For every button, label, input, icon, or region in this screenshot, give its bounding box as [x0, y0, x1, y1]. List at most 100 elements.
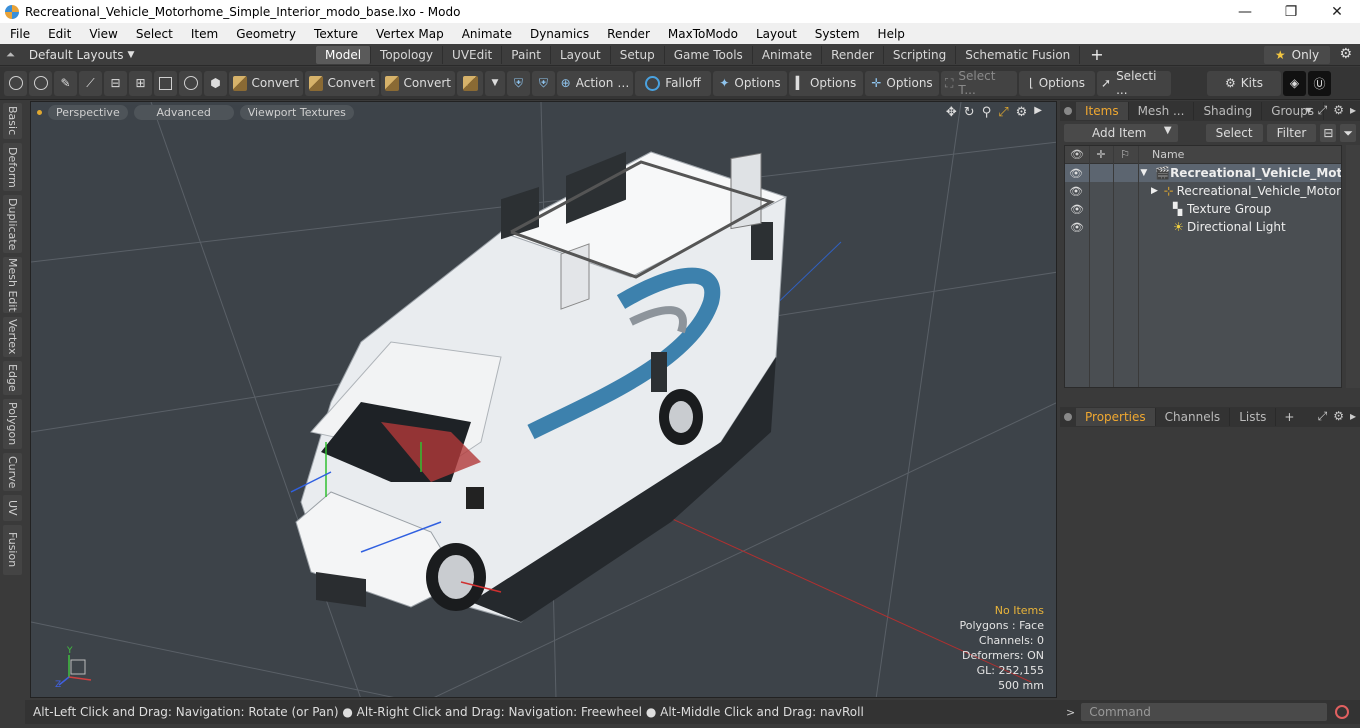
add-tab-button[interactable]: +: [1090, 45, 1103, 64]
convert-button-1[interactable]: Convert: [229, 70, 303, 96]
eye-icon[interactable]: 👁: [1065, 203, 1089, 216]
rotate-view-icon[interactable]: ↻: [964, 105, 975, 120]
tab-properties[interactable]: Properties: [1076, 408, 1156, 426]
dropdown-button[interactable]: ▼: [485, 70, 505, 96]
tab-curve[interactable]: Curve: [3, 453, 22, 491]
menu-vertex-map[interactable]: Vertex Map: [366, 27, 452, 41]
tab-mesh[interactable]: Mesh ...: [1129, 102, 1195, 120]
tab-model[interactable]: Model: [316, 45, 372, 64]
selection-sets-button[interactable]: ➚ Selecti ...: [1097, 69, 1171, 97]
expand-arrow-icon[interactable]: ▶: [1151, 186, 1164, 196]
gear-icon[interactable]: ⚙: [1339, 46, 1352, 62]
tab-shading[interactable]: Shading: [1194, 102, 1263, 120]
polygon-mode-button[interactable]: [154, 70, 177, 96]
brush-tool-button[interactable]: ⟋: [79, 70, 102, 96]
minimize-button[interactable]: —: [1222, 0, 1268, 23]
unity-button[interactable]: ◈: [1283, 70, 1306, 96]
tab-basic[interactable]: Basic: [3, 103, 22, 139]
menu-texture[interactable]: Texture: [304, 27, 366, 41]
funnel-icon[interactable]: ⏷: [1340, 124, 1356, 142]
tab-render[interactable]: Render: [822, 45, 884, 64]
collapse-button[interactable]: ⊟: [1320, 124, 1337, 142]
filter-button[interactable]: Filter: [1266, 124, 1317, 142]
close-button[interactable]: ✕: [1314, 0, 1360, 23]
3d-viewport[interactable]: Y Z Perspective Advanced Viewport Textur…: [30, 101, 1057, 698]
select-edges-button[interactable]: [29, 70, 52, 96]
snap-button[interactable]: ⛨: [532, 70, 555, 96]
tree-scrollbar[interactable]: [1346, 145, 1360, 388]
tab-mesh-edit[interactable]: Mesh Edit: [3, 257, 22, 313]
select-through-button[interactable]: ⛶ Select T...: [941, 69, 1017, 97]
menu-item[interactable]: Item: [181, 27, 226, 41]
shading-mode-dropdown[interactable]: Advanced: [133, 104, 234, 120]
play-arrow-icon[interactable]: ▶: [1034, 105, 1042, 120]
tree-row-directional-light[interactable]: 👁 ☀ Directional Light: [1065, 218, 1341, 236]
add-item-dropdown[interactable]: Add Item ▼: [1064, 124, 1178, 142]
menu-help[interactable]: Help: [868, 27, 913, 41]
tab-layout[interactable]: Layout: [551, 45, 611, 64]
eye-icon[interactable]: 👁: [1065, 185, 1087, 198]
menu-layout[interactable]: Layout: [746, 27, 805, 41]
tab-setup[interactable]: Setup: [611, 45, 665, 64]
type-column-icon[interactable]: ⚐: [1113, 148, 1137, 161]
tab-uvedit[interactable]: UVEdit: [443, 45, 503, 64]
tab-edge[interactable]: Edge: [3, 361, 22, 395]
select-button[interactable]: Select: [1205, 124, 1263, 142]
tab-paint[interactable]: Paint: [502, 45, 551, 64]
viewport-textures-dropdown[interactable]: Viewport Textures: [239, 104, 354, 120]
dropdown-icon[interactable]: ▾: [1306, 103, 1312, 118]
arrow-right-icon[interactable]: ▸: [1350, 103, 1356, 118]
transform-tool-button[interactable]: ⊞: [129, 70, 152, 96]
fit-view-icon[interactable]: ⤢: [998, 105, 1008, 120]
menu-view[interactable]: View: [79, 27, 125, 41]
add-tab-icon[interactable]: +: [1284, 410, 1294, 424]
tree-row-texture-group[interactable]: 👁 ▚ Texture Group: [1065, 200, 1341, 218]
select-vertices-button[interactable]: [4, 70, 27, 96]
menu-dynamics[interactable]: Dynamics: [520, 27, 597, 41]
tab-scripting[interactable]: Scripting: [884, 45, 957, 64]
menu-file[interactable]: File: [0, 27, 38, 41]
visibility-eye-icon[interactable]: 👁: [1065, 148, 1089, 161]
tree-row-mesh[interactable]: 👁 ▶ ⊹ Recreational_Vehicle_Motor ...: [1065, 182, 1341, 200]
panel-gear-icon[interactable]: ⚙: [1333, 409, 1344, 424]
layouts-dropdown[interactable]: ⏶ Default Layouts ▼: [6, 48, 316, 62]
menu-system[interactable]: System: [805, 27, 868, 41]
record-macro-icon[interactable]: [1335, 705, 1350, 719]
name-column-header[interactable]: Name: [1152, 148, 1184, 161]
menu-select[interactable]: Select: [126, 27, 181, 41]
symmetry-button[interactable]: ⛨: [507, 70, 530, 96]
tab-schematic-fusion[interactable]: Schematic Fusion: [956, 45, 1081, 64]
panel-gear-icon[interactable]: ⚙: [1333, 103, 1344, 118]
kits-button[interactable]: ⚙ Kits: [1207, 70, 1281, 96]
eye-icon[interactable]: 👁: [1065, 167, 1087, 180]
tab-lists[interactable]: Lists: [1230, 408, 1277, 426]
mirror-tool-button[interactable]: ⊟: [104, 70, 127, 96]
unreal-button[interactable]: Ⓤ: [1308, 70, 1331, 96]
options-button-4[interactable]: ⌊ Options: [1019, 70, 1095, 96]
options-button-1[interactable]: ✦ Options: [713, 70, 787, 96]
tab-duplicate[interactable]: Duplicate: [3, 195, 22, 253]
options-button-3[interactable]: ✛ Options: [865, 70, 939, 96]
action-center-button[interactable]: ⊕ Action…: [557, 70, 633, 96]
zoom-view-icon[interactable]: ⚲: [982, 105, 992, 120]
menu-animate[interactable]: Animate: [452, 27, 520, 41]
only-toggle[interactable]: ★ Only: [1264, 46, 1330, 64]
pen-tool-button[interactable]: ✎: [54, 70, 77, 96]
material-mode-button[interactable]: [179, 70, 202, 96]
tab-polygon[interactable]: Polygon: [3, 399, 22, 449]
convert-button-3[interactable]: Convert: [381, 70, 455, 96]
menu-maxtomodo[interactable]: MaxToModo: [658, 27, 746, 41]
move-view-icon[interactable]: ✥: [946, 105, 957, 120]
lock-column-icon[interactable]: ✛: [1089, 148, 1113, 161]
convert-button-2[interactable]: Convert: [305, 70, 379, 96]
tab-topology[interactable]: Topology: [371, 45, 444, 64]
mesh-cube-button[interactable]: [457, 70, 483, 96]
eye-icon[interactable]: 👁: [1065, 221, 1089, 234]
tab-items[interactable]: Items: [1076, 102, 1129, 120]
menu-edit[interactable]: Edit: [38, 27, 79, 41]
options-button-2[interactable]: ▍ Options: [789, 70, 863, 96]
tree-row-scene[interactable]: 👁 ▼ 🎬 Recreational_Vehicle_Mot...: [1065, 164, 1341, 182]
falloff-button[interactable]: Falloff: [635, 70, 711, 96]
arrow-right-icon[interactable]: ▸: [1350, 409, 1356, 424]
tab-game-tools[interactable]: Game Tools: [665, 45, 753, 64]
